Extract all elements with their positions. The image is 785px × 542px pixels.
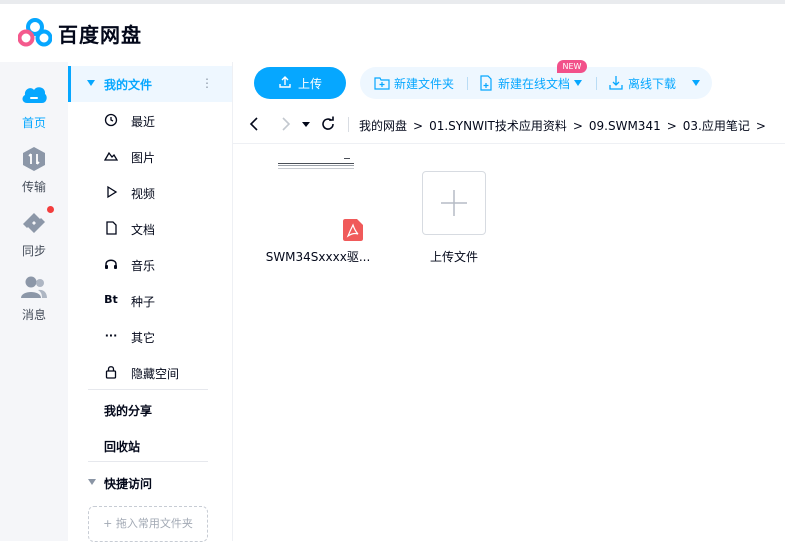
brand-prefix: 百度 (58, 23, 100, 47)
nav-home-label: 首页 (21, 116, 46, 130)
thumb-text-line (278, 168, 354, 169)
plus-icon (441, 190, 467, 216)
file-name: SWM34Sxxxx驱... (265, 250, 371, 264)
sidebar-divider (88, 389, 208, 390)
sync-notification-dot (47, 206, 54, 213)
action-toolbar: 新建文件夹 新建在线文档 NEW 离线下载 (360, 60, 712, 99)
sidebar-item-label: 文档 (131, 223, 156, 237)
back-icon[interactable] (246, 115, 264, 133)
nav-home[interactable]: 首页 (0, 82, 68, 138)
sidebar-item-images[interactable]: 图片 (68, 138, 232, 174)
clock-icon (104, 113, 118, 127)
upload-file-label: 上传文件 (429, 250, 478, 264)
new-badge: NEW (557, 60, 587, 73)
new-online-doc-label: 新建在线文档 (498, 77, 571, 91)
nav-sync-label: 同步 (21, 244, 46, 258)
offline-download-button[interactable]: 离线下载 (608, 75, 700, 91)
lock-icon (105, 366, 117, 379)
breadcrumb-separator: > (413, 119, 424, 133)
nav-sync[interactable]: 同步 (0, 206, 68, 266)
main-content: 上传 新建文件夹 新建在线文档 NEW 离线下载 我的网盘 >01.SYNWIT技… (233, 60, 785, 541)
sidebar-item-label: 图片 (131, 151, 156, 165)
sidebar-recycle-bin[interactable]: 回收站 (104, 438, 140, 455)
nav-transfer-label: 传输 (21, 180, 46, 194)
upload-file-tile[interactable] (422, 171, 486, 235)
upload-button-label: 上传 (298, 77, 323, 91)
brand-suffix: 网盘 (100, 23, 142, 47)
new-online-doc-button[interactable]: 新建在线文档 (478, 75, 586, 91)
upload-icon (279, 76, 291, 88)
history-dropdown-icon[interactable] (300, 115, 312, 133)
breadcrumb-separator: > (572, 119, 583, 133)
sidebar-item-recent[interactable]: 最近 (68, 102, 232, 138)
more-dots-icon: ··· (104, 329, 118, 342)
thumb-text-line (278, 163, 354, 164)
quick-access-drop-zone[interactable]: + 拖入常用文件夹 (88, 506, 208, 542)
messages-icon (21, 276, 47, 298)
offline-download-label: 离线下载 (628, 77, 677, 91)
sidebar-my-files-label: 我的文件 (104, 78, 153, 92)
breadcrumb-separator: > (666, 119, 677, 133)
path-navbar: 我的网盘 >01.SYNWIT技术应用资料 >09.SWM341 >03.应用笔记 > (233, 106, 785, 144)
image-icon (104, 151, 118, 161)
headphones-icon (105, 259, 117, 269)
nav-messages-label: 消息 (21, 308, 46, 322)
app-title: 百度网盘 (58, 19, 142, 48)
sidebar-item-label: 隐藏空间 (131, 367, 180, 381)
app-header: 百度网盘 (0, 4, 785, 62)
sidebar-item-hidden-space[interactable]: 隐藏空间 (68, 354, 232, 390)
cloud-home-icon (22, 87, 47, 103)
sidebar-my-files[interactable]: 我的文件 ⋮ (68, 66, 232, 102)
breadcrumb-item[interactable]: 09.SWM341 (589, 119, 661, 133)
breadcrumb-item[interactable]: 我的网盘 (359, 119, 407, 133)
nav-messages[interactable]: 消息 (0, 274, 68, 330)
breadcrumb-item[interactable]: 01.SYNWIT技术应用资料 (429, 119, 567, 133)
toolbar-separator (596, 77, 597, 90)
breadcrumb-item[interactable]: 03.应用笔记 (683, 119, 750, 133)
sidebar-item-label: 种子 (131, 295, 156, 309)
more-options-icon[interactable]: ⋮ (201, 76, 213, 90)
bt-icon: Bt (104, 293, 118, 306)
dropdown-caret-icon (574, 80, 582, 86)
forward-icon[interactable] (276, 115, 294, 133)
sidebar-item-other[interactable]: ··· 其它 (68, 318, 232, 354)
sidebar-item-music[interactable]: 音乐 (68, 246, 232, 282)
video-icon (107, 185, 118, 199)
download-icon (609, 76, 623, 90)
new-folder-label: 新建文件夹 (394, 77, 455, 91)
sidebar-item-label: 最近 (131, 115, 156, 129)
quick-access-caret-icon[interactable] (88, 479, 96, 485)
sidebar-item-label: 其它 (131, 331, 156, 345)
sidebar-item-documents[interactable]: 文档 (68, 210, 232, 246)
sidebar-divider (88, 461, 208, 462)
sidebar-item-torrents[interactable]: Bt 种子 (68, 282, 232, 318)
sync-icon (23, 213, 45, 233)
document-icon (106, 221, 117, 235)
pdf-file-icon (343, 219, 363, 241)
baidu-netdisk-logo-icon (18, 18, 52, 47)
collapse-caret-icon (87, 80, 95, 86)
navbar-divider (348, 117, 349, 132)
dropdown-caret-icon (692, 80, 700, 86)
thumb-text-line (344, 158, 350, 159)
file-sidebar: 我的文件 ⋮ 最近 图片 视频 文档 音乐 Bt 种子 ··· 其它 隐藏空间 … (68, 62, 233, 542)
sidebar-item-label: 音乐 (131, 259, 156, 273)
left-nav: 首页 传输 同步 消息 (0, 62, 68, 541)
sidebar-item-videos[interactable]: 视频 (68, 174, 232, 210)
thumb-text-line (278, 165, 354, 166)
transfer-icon (23, 147, 45, 171)
new-doc-icon (480, 75, 492, 91)
refresh-icon[interactable] (319, 115, 337, 133)
toolbar-separator (467, 77, 468, 90)
new-folder-icon (374, 77, 390, 90)
sidebar-item-label: 视频 (131, 187, 156, 201)
breadcrumb: 我的网盘 >01.SYNWIT技术应用资料 >09.SWM341 >03.应用笔记 > (359, 117, 772, 134)
nav-transfer[interactable]: 传输 (0, 146, 68, 202)
new-folder-button[interactable]: 新建文件夹 (374, 75, 456, 91)
breadcrumb-separator: > (755, 119, 766, 133)
sidebar-quick-access[interactable]: 快捷访问 (104, 475, 152, 492)
upload-button[interactable]: 上传 (254, 67, 346, 99)
sidebar-my-share[interactable]: 我的分享 (104, 402, 152, 419)
